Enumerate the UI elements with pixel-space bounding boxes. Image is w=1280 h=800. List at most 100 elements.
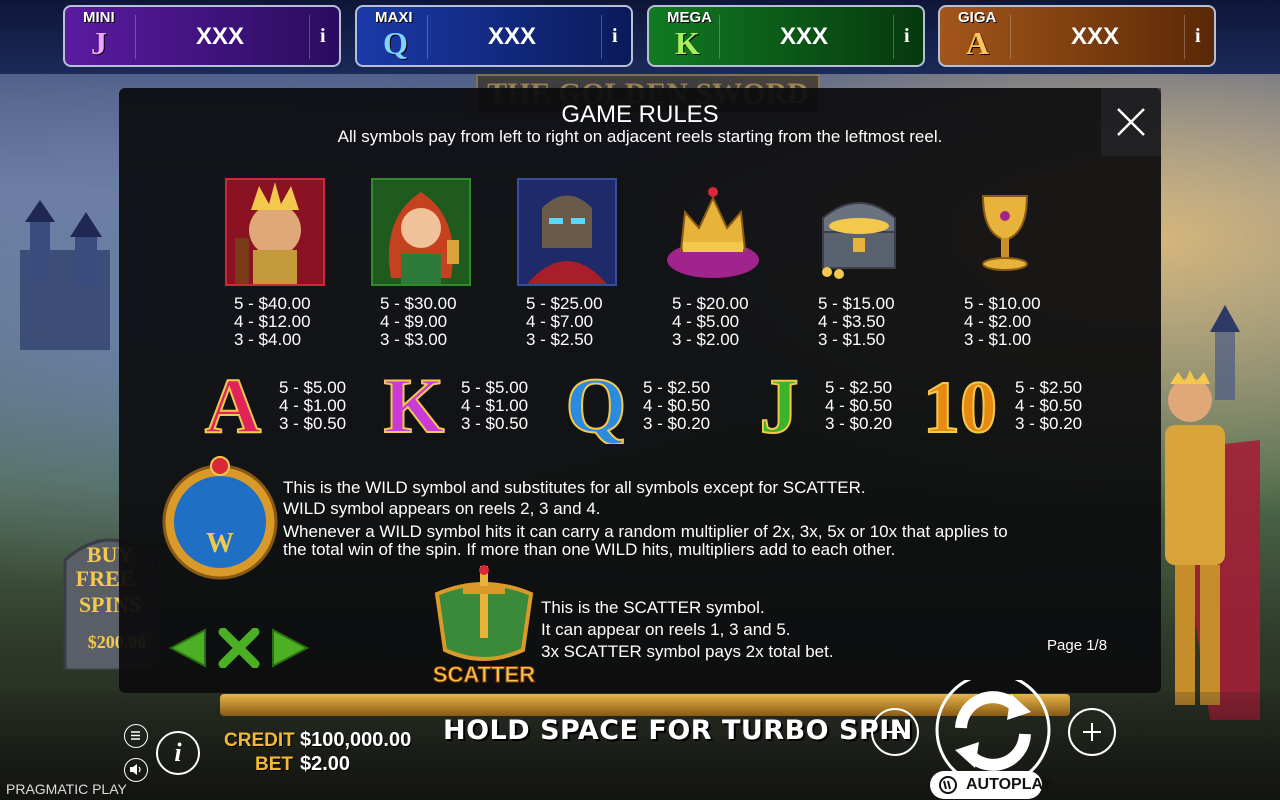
wild-description-line: Whenever a WILD symbol hits it can carry… [283, 522, 1008, 541]
previous-page-icon[interactable] [167, 628, 207, 668]
paytable-value: 3 - $0.20 [825, 414, 893, 433]
paytable-value: 3 - $2.00 [672, 330, 740, 349]
jackpot-info-button[interactable]: i [612, 25, 618, 48]
paytable-value: 3 - $4.00 [234, 330, 302, 349]
jackpot-info-button[interactable]: i [1195, 25, 1201, 48]
jackpot-letter-icon: K [675, 25, 700, 61]
jackpot-value: XXX [779, 23, 829, 50]
paytable-value: 3 - $1.00 [964, 330, 1032, 349]
jackpot-mini: MINI J XXX i [63, 5, 341, 67]
jackpot-info-button[interactable]: i [320, 25, 326, 48]
crown-symbol-icon [667, 187, 759, 278]
jackpot-info-button[interactable]: i [904, 25, 910, 48]
jackpot-mega: MEGA K XXX i [647, 5, 925, 67]
lady-symbol-icon [371, 178, 471, 286]
divider [135, 15, 136, 59]
letter-a-symbol-icon: A [204, 361, 262, 444]
low-symbol-letter: Q [566, 362, 627, 444]
autoplay-label: AUTOPLAY [966, 776, 1053, 793]
close-icon [1117, 108, 1145, 136]
rules-navigation [165, 624, 315, 672]
jackpot-tier-label: MEGA [667, 9, 712, 26]
paytable-value: 4 - $12.00 [234, 312, 311, 331]
game-rules-panel: GAME RULES All symbols pay from left to … [119, 88, 1161, 693]
jackpot-value: XXX [487, 23, 537, 50]
menu-icon [131, 731, 140, 740]
paytable-value: 4 - $9.00 [380, 312, 448, 331]
scatter-description-line: 3x SCATTER symbol pays 2x total bet. [541, 642, 834, 661]
low-symbol-letter: K [384, 362, 445, 444]
paytable-value: 5 - $25.00 [526, 294, 603, 313]
treasure-chest-symbol-icon [822, 202, 896, 279]
letter-q-symbol-icon: Q [565, 361, 628, 444]
wild-description-line: the total win of the spin. If more than … [283, 540, 896, 559]
provider-brand: PRAGMATIC PLAY [6, 781, 127, 797]
divider [427, 15, 428, 59]
paytable-value: 3 - $0.50 [279, 414, 347, 433]
paytable-value: 4 - $0.50 [825, 396, 893, 415]
paytable-value: 3 - $1.50 [818, 330, 886, 349]
jackpot-tier-label: GIGA [958, 9, 997, 26]
credit-value: $100,000.00 [300, 729, 412, 751]
jackpot-tier-label: MINI [83, 9, 115, 26]
paytable-value: 5 - $10.00 [964, 294, 1041, 313]
divider [309, 15, 310, 59]
wild-symbol-icon: W [162, 456, 278, 580]
paytable-value: 4 - $0.50 [1015, 396, 1083, 415]
paytable-value: 4 - $3.50 [818, 312, 886, 331]
jackpot-tier-label: MAXI [375, 9, 413, 26]
chalice-symbol-icon [981, 195, 1029, 271]
jackpot-letter-icon: A [966, 25, 990, 61]
paytable-value: 3 - $0.20 [1015, 414, 1083, 433]
scatter-description-line: It can appear on reels 1, 3 and 5. [541, 620, 791, 639]
autoplay-button[interactable]: AUTOPLAY [930, 771, 1052, 799]
paytable-value: 5 - $20.00 [672, 294, 749, 313]
jackpot-letter-icon: J [91, 25, 107, 61]
jackpot-maxi: MAXI Q XXX i [355, 5, 633, 67]
scatter-description-line: This is the SCATTER symbol. [541, 598, 765, 617]
castle-scenery [20, 200, 110, 350]
divider [719, 15, 720, 59]
speaker-icon [130, 764, 141, 775]
paytable-value: 3 - $0.50 [461, 414, 529, 433]
menu-button[interactable] [124, 724, 148, 748]
close-rules-icon[interactable] [217, 628, 261, 668]
paytable-value: 5 - $5.00 [279, 378, 347, 397]
jackpot-letter-icon: Q [383, 25, 408, 61]
info-button[interactable]: i [156, 731, 200, 775]
low-symbol-letter: A [205, 362, 261, 444]
jackpot-bar: MINI J XXX i MAXI Q XXX i MEGA K XXX i G… [0, 0, 1280, 74]
paytable-value: 4 - $1.00 [461, 396, 529, 415]
decrease-bet-button[interactable] [871, 708, 919, 756]
jackpot-value: XXX [195, 23, 245, 50]
credit-label: CREDIT [224, 730, 295, 751]
letter-j-symbol-icon: J [759, 361, 800, 444]
paytable-value: 4 - $0.50 [643, 396, 711, 415]
divider [1184, 15, 1185, 59]
bet-value: $2.00 [300, 753, 351, 775]
next-page-icon[interactable] [271, 628, 311, 668]
paytable-value: 5 - $30.00 [380, 294, 457, 313]
paytable-value: 5 - $2.50 [643, 378, 711, 397]
page-indicator: Page 1/8 [1047, 637, 1108, 654]
rules-title: GAME RULES [561, 101, 719, 128]
paytable-value: 3 - $0.20 [643, 414, 711, 433]
number-ten-symbol-icon: 10 [922, 366, 998, 444]
sound-button[interactable] [124, 758, 148, 782]
scatter-symbol-label: SCATTER [433, 662, 535, 687]
king-character-illustration [1165, 370, 1260, 720]
close-button[interactable] [1101, 88, 1161, 156]
paytable-value: 5 - $2.50 [1015, 378, 1083, 397]
paytable-value: 4 - $7.00 [526, 312, 594, 331]
paytable-value: 3 - $3.00 [380, 330, 448, 349]
king-symbol-icon [225, 178, 325, 286]
paytable-value: 4 - $2.00 [964, 312, 1032, 331]
increase-bet-button[interactable] [1068, 708, 1116, 756]
paytable-value: 5 - $2.50 [825, 378, 893, 397]
divider [893, 15, 894, 59]
turbo-spin-hint: HOLD SPACE FOR TURBO SPIN [443, 715, 913, 746]
scatter-symbol-icon: SCATTER [432, 565, 536, 688]
minus-icon [886, 731, 904, 733]
autoplay-icon [939, 776, 957, 794]
paytable-value: 3 - $2.50 [526, 330, 594, 349]
